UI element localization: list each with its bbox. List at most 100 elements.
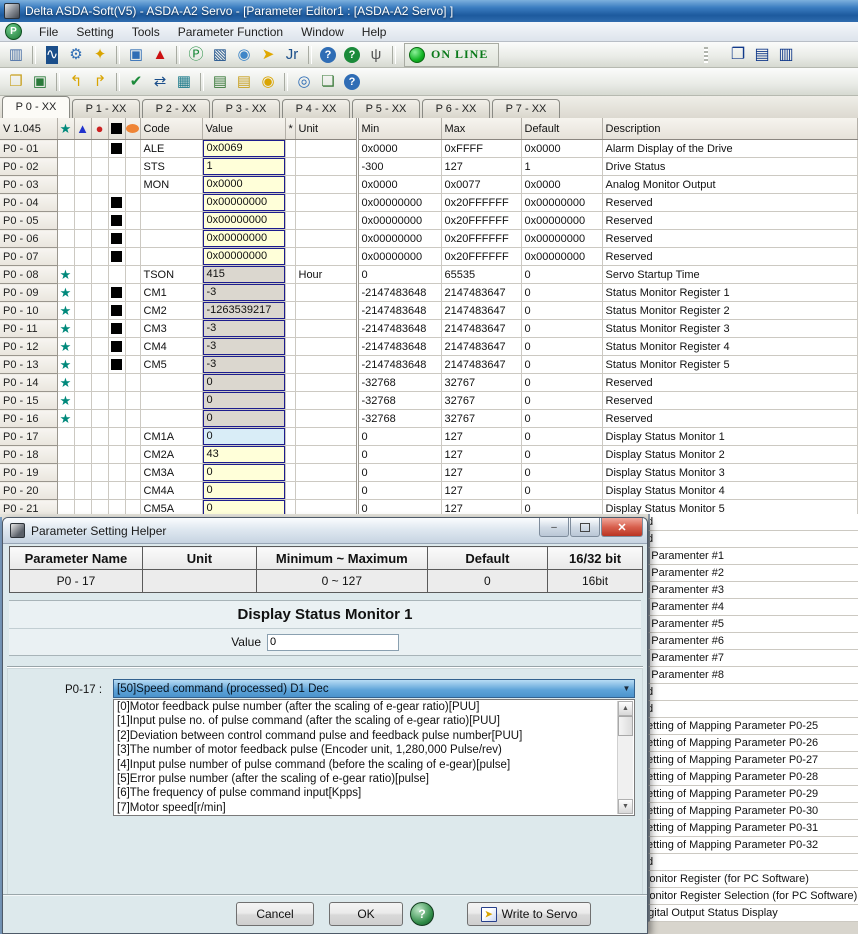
menu-window[interactable]: Window xyxy=(292,23,353,41)
row-header[interactable]: P0 - 21 xyxy=(0,500,57,515)
menu-tools[interactable]: Tools xyxy=(123,23,169,41)
tab-p1-xx[interactable]: P 1 - XX xyxy=(72,99,140,118)
value-input[interactable]: 0 xyxy=(203,374,285,391)
tab-p4-xx[interactable]: P 4 - XX xyxy=(282,99,350,118)
lock-icon[interactable]: ◉ xyxy=(257,71,279,93)
copy-parameter-icon[interactable]: ⇄ xyxy=(149,71,171,93)
row-header[interactable]: P0 - 18 xyxy=(0,446,57,464)
value-input[interactable]: 0x00000000 xyxy=(203,230,285,247)
scope-icon[interactable]: ∿ xyxy=(41,44,63,66)
parameter-help-icon[interactable]: ? xyxy=(341,44,363,66)
dialog-help-button[interactable]: ? xyxy=(410,902,434,926)
cascade-windows-icon[interactable]: ❐ xyxy=(727,44,749,66)
square-filter-header[interactable] xyxy=(108,118,125,140)
row-header[interactable]: P0 - 07 xyxy=(0,248,57,266)
value-input[interactable]: 0 xyxy=(203,410,285,427)
value-input[interactable]: 0x00000000 xyxy=(203,212,285,229)
triangle-filter-header[interactable]: ▲ xyxy=(74,118,91,140)
menu-file[interactable]: File xyxy=(30,23,67,41)
row-header[interactable]: P0 - 08 xyxy=(0,266,57,284)
row-header[interactable]: P0 - 12 xyxy=(0,338,57,356)
value-input[interactable]: 0x00000000 xyxy=(203,248,285,265)
tab-p2-xx[interactable]: P 2 - XX xyxy=(142,99,210,118)
tile-horizontal-icon[interactable]: ▤ xyxy=(751,44,773,66)
row-header[interactable]: P0 - 20 xyxy=(0,482,57,500)
tab-p5-xx[interactable]: P 5 - XX xyxy=(352,99,420,118)
network-icon[interactable]: ◉ xyxy=(233,44,255,66)
row-header[interactable]: P0 - 17 xyxy=(0,428,57,446)
value-input[interactable]: -3 xyxy=(203,356,285,373)
help-topics-icon[interactable]: ? xyxy=(341,71,363,93)
help-icon[interactable]: ? xyxy=(317,44,339,66)
scrollbar-thumb[interactable] xyxy=(618,716,633,736)
open-file-icon[interactable]: ❒ xyxy=(5,71,27,93)
close-button[interactable]: ✕ xyxy=(601,518,643,537)
circle-filter-header[interactable]: ● xyxy=(91,118,108,140)
dialog-title-bar[interactable]: Parameter Setting Helper – ✕ xyxy=(3,518,647,544)
combo-option[interactable]: [4]Input pulse number of pulse command (… xyxy=(114,758,634,772)
value-input[interactable]: 0x00000000 xyxy=(203,194,285,211)
row-header[interactable]: P0 - 11 xyxy=(0,320,57,338)
value-input[interactable]: 0x0069 xyxy=(203,140,285,157)
document-icon[interactable]: ❏ xyxy=(317,71,339,93)
value-input[interactable]: 0 xyxy=(203,392,285,409)
print-setup-icon[interactable]: ▤ xyxy=(233,71,255,93)
column-header-default[interactable]: Default xyxy=(521,118,602,140)
parameter-editor-icon[interactable]: Ⓟ xyxy=(185,44,207,66)
monitor-type-combobox[interactable]: [50]Speed command (processed) D1 Dec ▼ xyxy=(113,679,635,698)
row-header[interactable]: P0 - 04 xyxy=(0,194,57,212)
ok-button[interactable]: OK xyxy=(329,902,403,926)
print-icon[interactable]: ▤ xyxy=(209,71,231,93)
tab-p6-xx[interactable]: P 6 - XX xyxy=(422,99,490,118)
tab-p0-xx[interactable]: P 0 - XX xyxy=(2,96,70,118)
cancel-button[interactable]: Cancel xyxy=(236,902,314,926)
value-input[interactable]: -1263539217 xyxy=(203,302,285,319)
combo-option[interactable]: [6]The frequency of pulse command input[… xyxy=(114,786,634,800)
jog-icon[interactable]: Jr xyxy=(281,44,303,66)
gear-icon[interactable]: ⚙ xyxy=(65,44,87,66)
joystick-icon[interactable]: ✦ xyxy=(89,44,111,66)
row-header[interactable]: P0 - 03 xyxy=(0,176,57,194)
parameter-table-icon[interactable]: ▦ xyxy=(173,71,195,93)
star-filter-header[interactable]: ★ xyxy=(57,118,74,140)
value-input[interactable]: -3 xyxy=(203,338,285,355)
row-header[interactable]: P0 - 09 xyxy=(0,284,57,302)
monitor-icon[interactable]: ▣ xyxy=(125,44,147,66)
row-header[interactable]: P0 - 06 xyxy=(0,230,57,248)
save-file-icon[interactable]: ▣ xyxy=(29,71,51,93)
read-from-servo-icon[interactable]: ↰ xyxy=(65,71,87,93)
write-to-servo-button[interactable]: ➤ Write to Servo xyxy=(467,902,591,926)
write-all-to-servo-icon[interactable]: ↱ xyxy=(89,71,111,93)
value-input[interactable]: -3 xyxy=(203,320,285,337)
menu-setting[interactable]: Setting xyxy=(67,23,122,41)
row-header[interactable]: P0 - 15 xyxy=(0,392,57,410)
column-header-description[interactable]: Description xyxy=(602,118,858,140)
oval-filter-header[interactable] xyxy=(125,118,140,140)
menu-parameter-function[interactable]: Parameter Function xyxy=(169,23,292,41)
value-input[interactable]: 0 xyxy=(203,464,285,481)
value-input[interactable]: 0 xyxy=(203,482,285,499)
compare-parameter-icon[interactable]: ✔ xyxy=(125,71,147,93)
column-header-unit[interactable]: Unit xyxy=(295,118,357,140)
scroll-down-icon[interactable]: ▼ xyxy=(618,799,633,814)
value-input[interactable]: 415 xyxy=(203,266,285,283)
tab-p3-xx[interactable]: P 3 - XX xyxy=(212,99,280,118)
combo-option[interactable]: [5]Error pulse number (after the scaling… xyxy=(114,772,634,786)
menu-help[interactable]: Help xyxy=(353,23,396,41)
column-header-value[interactable]: Value xyxy=(202,118,285,140)
restore-button[interactable] xyxy=(570,518,600,537)
combo-option[interactable]: [1]Input pulse no. of pulse command (aft… xyxy=(114,714,634,728)
value-input[interactable]: 0x0000 xyxy=(203,176,285,193)
row-header[interactable]: P0 - 14 xyxy=(0,374,57,392)
combo-option[interactable]: [0]Motor feedback pulse number (after th… xyxy=(114,700,634,714)
combo-option[interactable]: [2]Deviation between control command pul… xyxy=(114,729,634,743)
value-input[interactable]: -3 xyxy=(203,284,285,301)
tile-vertical-icon[interactable]: ▥ xyxy=(775,44,797,66)
column-header-min[interactable]: Min xyxy=(357,118,441,140)
row-header[interactable]: P0 - 19 xyxy=(0,464,57,482)
toolbar-grip[interactable] xyxy=(704,47,708,63)
value-input[interactable]: 1 xyxy=(203,158,285,175)
column-header-flag[interactable]: * xyxy=(285,118,295,140)
usb-icon[interactable]: ψ xyxy=(365,44,387,66)
value-input[interactable]: 0 xyxy=(203,428,285,445)
